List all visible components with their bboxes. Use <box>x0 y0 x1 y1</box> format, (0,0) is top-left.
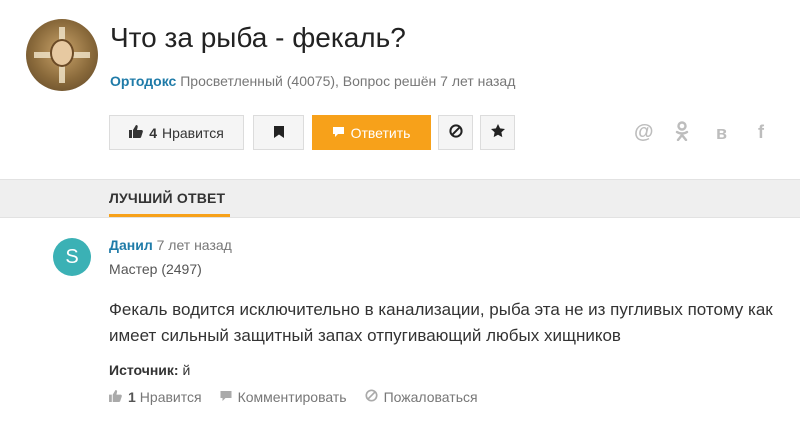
answer-comment-label: Комментировать <box>237 389 347 405</box>
share-odnoklassniki-icon[interactable] <box>675 121 689 147</box>
answer-source: Источник: й <box>109 362 190 378</box>
share-vk-icon[interactable]: в <box>716 123 727 144</box>
source-label: Источник: <box>109 362 179 378</box>
star-icon <box>490 124 505 141</box>
avatar-face <box>50 39 74 67</box>
answer-actions: 1 Нравится Комментировать Пожаловаться <box>109 389 496 405</box>
answer-meta: Данил 7 лет назад <box>109 237 232 253</box>
bookmark-button[interactable] <box>253 115 304 150</box>
comment-icon <box>220 389 232 405</box>
answer-report-label: Пожаловаться <box>383 389 478 405</box>
like-label: Нравится <box>162 124 224 141</box>
best-answer-tab: ЛУЧШИЙ ОТВЕТ <box>109 190 226 206</box>
bookmark-icon <box>273 125 284 141</box>
like-button[interactable]: 4 Нравится <box>109 115 244 150</box>
thumbs-up-icon <box>109 389 122 405</box>
answer-author-rank: Мастер (2497) <box>109 261 202 277</box>
answer-like-count: 1 <box>128 389 136 405</box>
share-facebook-icon[interactable]: f <box>758 122 764 143</box>
like-count: 4 <box>149 124 157 141</box>
block-icon <box>448 124 463 141</box>
answer-author-link[interactable]: Данил <box>109 237 153 253</box>
block-icon <box>365 389 378 405</box>
answer-text: Фекаль водится исключительно в канализац… <box>109 300 773 345</box>
answer-like-label: Нравится <box>139 389 202 405</box>
comment-icon <box>332 125 344 141</box>
report-button[interactable] <box>438 115 473 150</box>
answer-like-button[interactable]: 1 Нравится <box>109 389 202 405</box>
question-author-avatar[interactable] <box>26 19 98 91</box>
question-meta: Ортодокс Просветленный (40075), Вопрос р… <box>110 73 515 89</box>
answer-button[interactable]: Ответить <box>312 115 431 150</box>
answer-author-avatar[interactable]: S <box>53 238 91 276</box>
answer-label: Ответить <box>350 124 411 141</box>
source-value: й <box>182 362 191 378</box>
question-title: Что за рыба - фекаль? <box>110 22 406 53</box>
answer-time: 7 лет назад <box>156 237 232 253</box>
best-answer-tab-underline <box>109 214 230 217</box>
share-mail-icon[interactable]: @ <box>634 121 654 144</box>
favorite-button[interactable] <box>480 115 515 150</box>
answer-report-button[interactable]: Пожаловаться <box>365 389 478 405</box>
answer-comment-button[interactable]: Комментировать <box>220 389 347 405</box>
question-meta-text: Просветленный (40075), Вопрос решён 7 ле… <box>180 73 516 89</box>
thumbs-up-icon <box>129 124 144 141</box>
question-author-link[interactable]: Ортодокс <box>110 73 176 89</box>
